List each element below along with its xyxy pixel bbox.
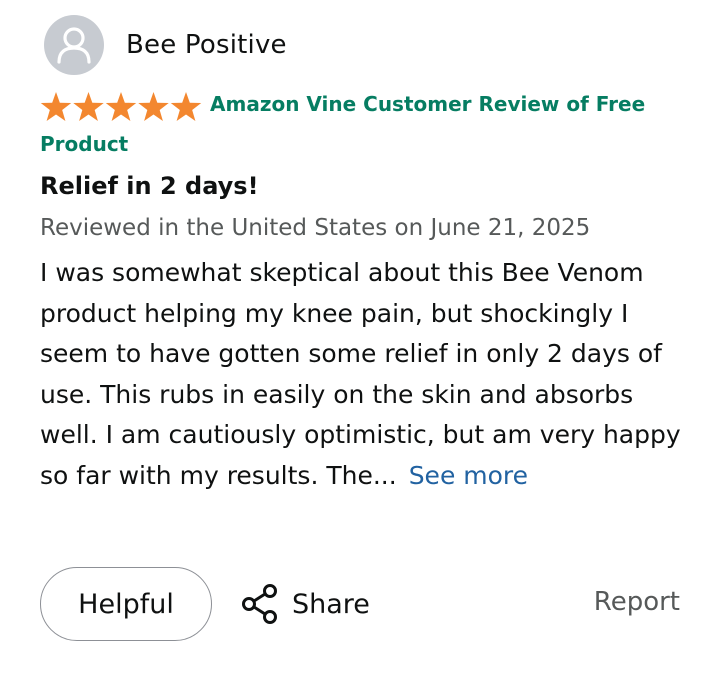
reviewer-profile[interactable]: Bee Positive xyxy=(44,15,287,75)
rating-row: Amazon Vine Customer Review of Free Prod… xyxy=(40,84,680,164)
star-icon xyxy=(105,91,137,121)
review-text: I was somewhat skeptical about this Bee … xyxy=(40,258,681,490)
star-icon xyxy=(138,91,169,121)
share-button[interactable]: Share xyxy=(240,583,370,625)
review-title: Relief in 2 days! xyxy=(40,172,259,200)
see-more-link[interactable]: See more xyxy=(409,461,528,490)
share-icon xyxy=(242,584,277,624)
helpful-button[interactable]: Helpful xyxy=(40,567,212,641)
star-icon xyxy=(73,91,104,121)
star-icon xyxy=(170,91,202,121)
star-rating xyxy=(40,91,202,123)
share-label: Share xyxy=(292,588,370,620)
star-icon xyxy=(40,91,72,121)
report-link[interactable]: Report xyxy=(594,587,680,617)
reviewer-name: Bee Positive xyxy=(126,30,287,60)
review-body: I was somewhat skeptical about this Bee … xyxy=(40,253,690,496)
review-meta: Reviewed in the United States on June 21… xyxy=(40,215,591,241)
default-user-icon xyxy=(44,15,104,75)
